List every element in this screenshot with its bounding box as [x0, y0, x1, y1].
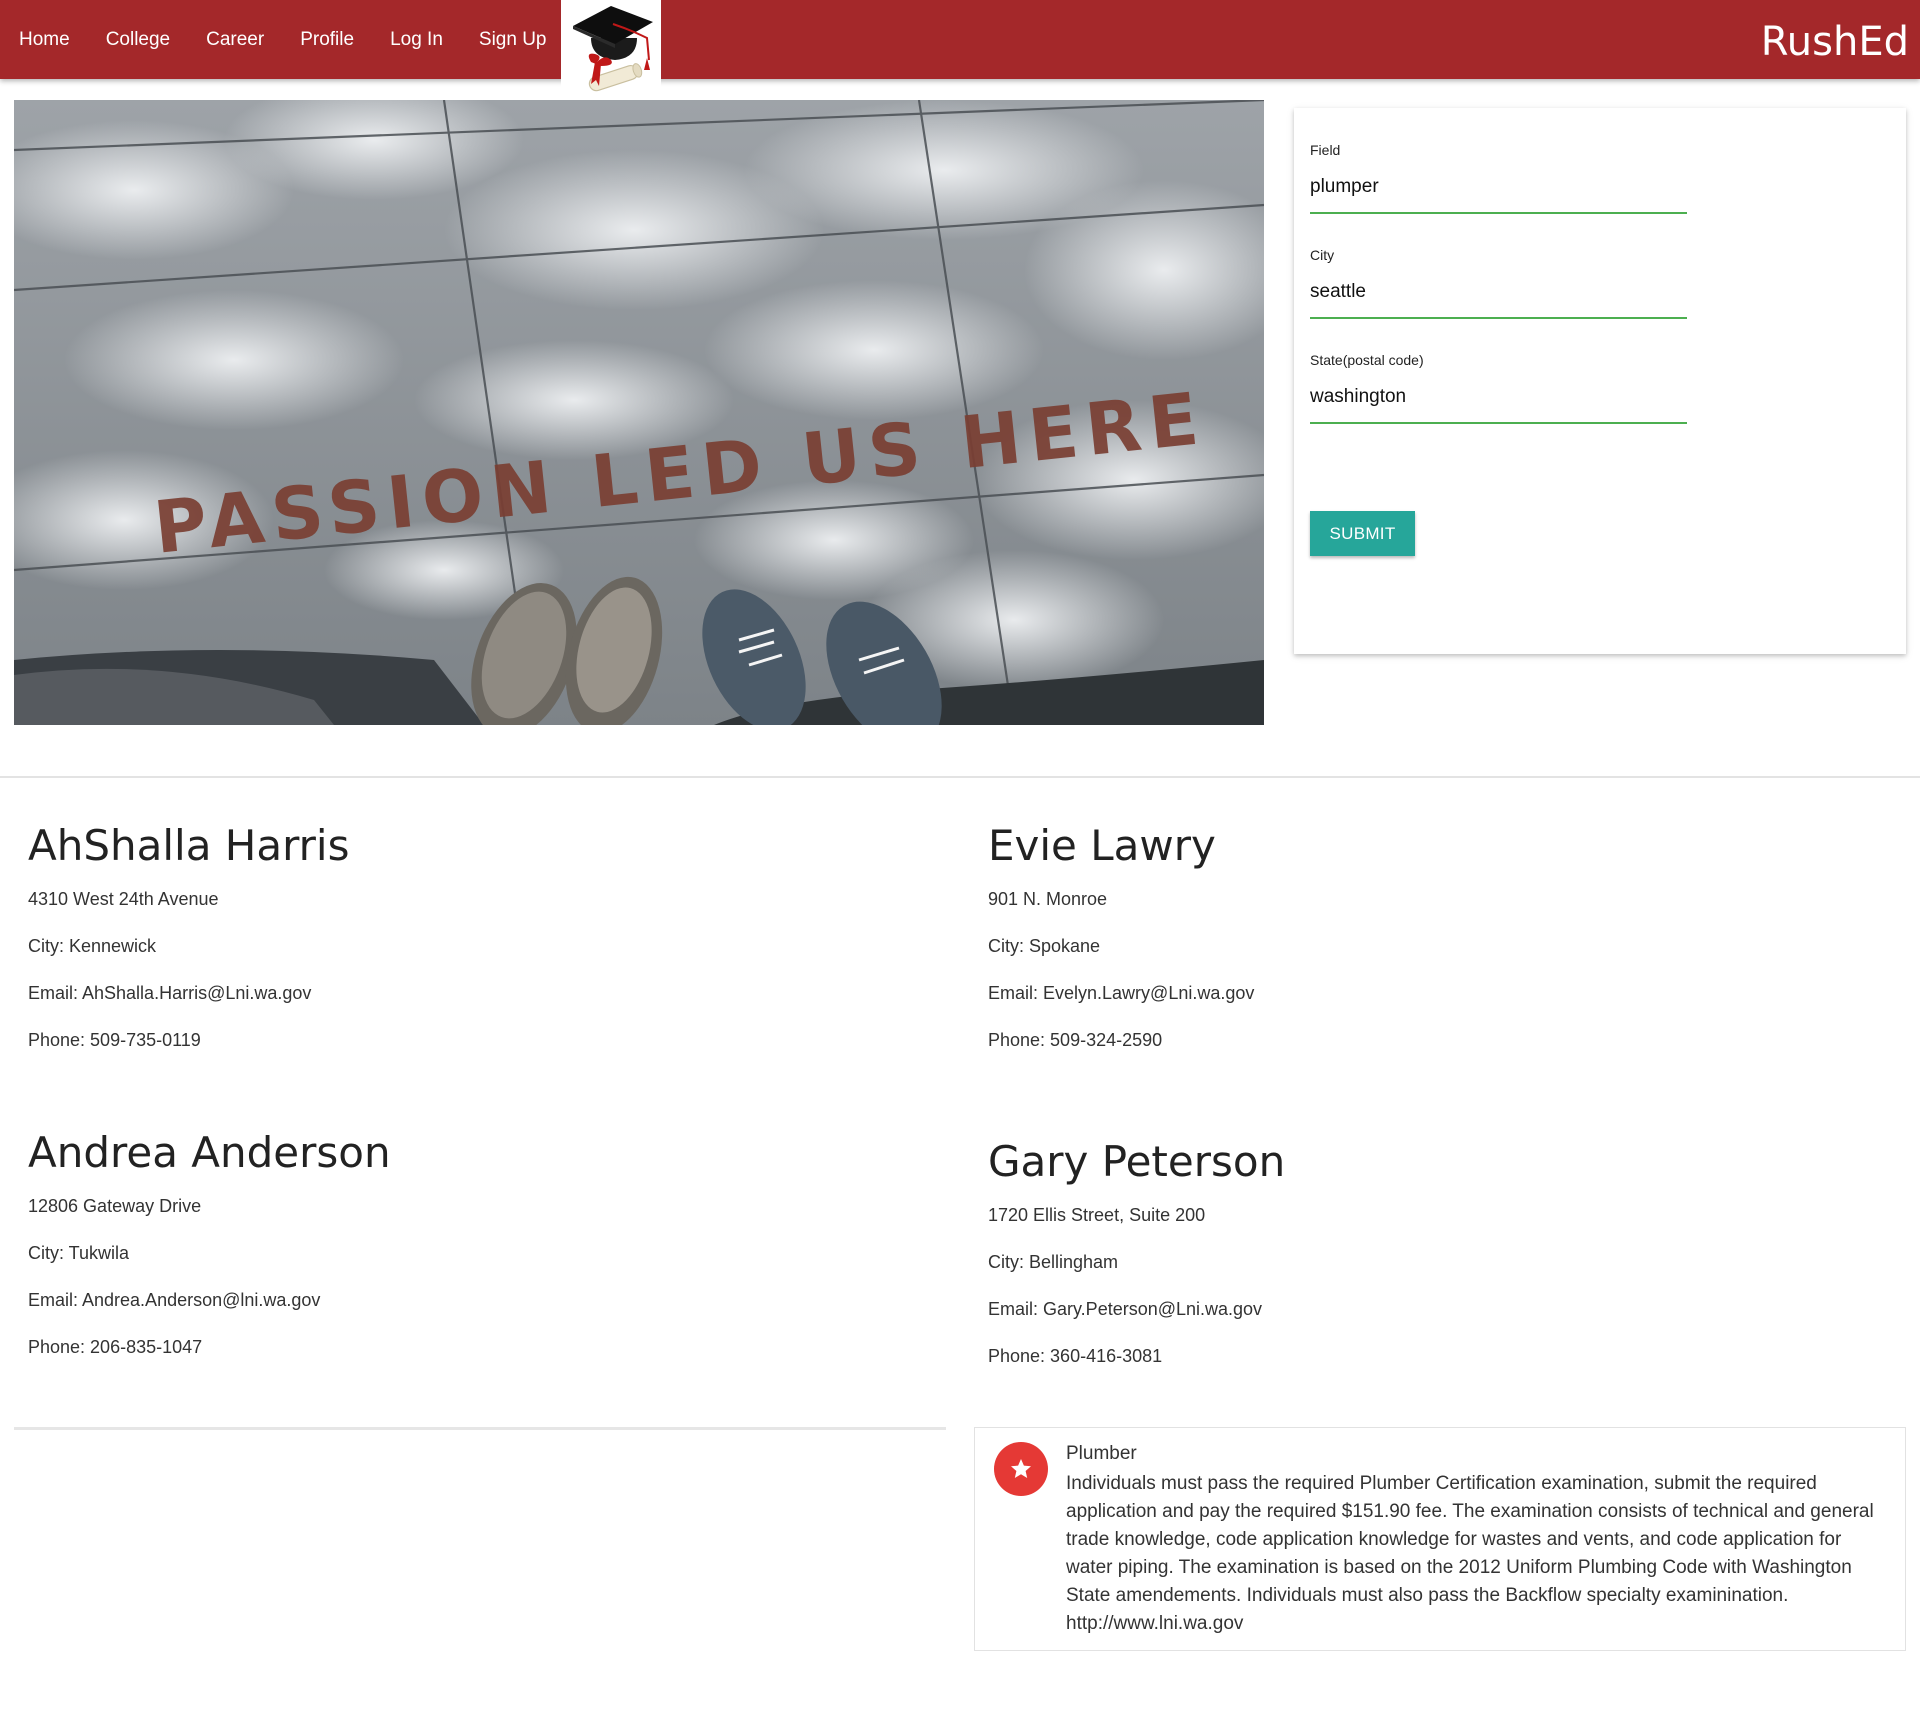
contact-address: 12806 Gateway Drive — [28, 1196, 202, 1216]
search-card: Field City State(postal code) SUBMIT — [1294, 108, 1906, 654]
nav-college-link[interactable]: College — [88, 0, 188, 79]
contact-name: Gary Peterson — [988, 1137, 1286, 1186]
contact-email: Email: Evelyn.Lawry@Lni.wa.gov — [988, 983, 1255, 1003]
contact-name: Evie Lawry — [988, 821, 1216, 870]
city-label: City — [1310, 247, 1335, 263]
state-group: State(postal code) — [1310, 352, 1687, 424]
nav-career-link[interactable]: Career — [188, 0, 282, 79]
contact-name: Andrea Anderson — [28, 1128, 391, 1177]
left-section-rule — [14, 1427, 946, 1430]
section-divider — [0, 776, 1920, 778]
state-input[interactable] — [1310, 378, 1687, 424]
city-input[interactable] — [1310, 273, 1687, 319]
contact-email: Email: Andrea.Anderson@lni.wa.gov — [28, 1290, 321, 1310]
graduation-cap-diploma-icon — [573, 6, 653, 92]
career-description: Individuals must pass the required Plumb… — [1066, 1470, 1886, 1638]
contact-phone: Phone: 360-416-3081 — [988, 1346, 1163, 1366]
star-icon — [994, 1442, 1048, 1496]
contact-card: Evie Lawry 901 N. Monroe City: Spokane E… — [988, 821, 1748, 1072]
contact-phone: Phone: 206-835-1047 — [28, 1337, 203, 1357]
hero-image: PASSION LED US HERE — [14, 100, 1264, 725]
contact-card: Gary Peterson 1720 Ellis Street, Suite 2… — [988, 1137, 1748, 1388]
career-info-card: Plumber Individuals must pass the requir… — [974, 1427, 1906, 1651]
nav-profile-link[interactable]: Profile — [282, 0, 372, 79]
submit-button[interactable]: SUBMIT — [1310, 511, 1415, 556]
contact-address: 4310 West 24th Avenue — [28, 889, 219, 909]
contact-email: Email: Gary.Peterson@Lni.wa.gov — [988, 1299, 1263, 1319]
brand-title[interactable]: RushEd — [1761, 0, 1909, 84]
nav-home-link[interactable]: Home — [0, 0, 88, 79]
contact-email: Email: AhShalla.Harris@Lni.wa.gov — [28, 983, 312, 1003]
contact-address: 1720 Ellis Street, Suite 200 — [988, 1205, 1206, 1225]
city-group: City — [1310, 247, 1687, 319]
nav-links: Home College Career Profile Log In Sign … — [0, 0, 565, 79]
top-navbar: Home College Career Profile Log In Sign … — [0, 0, 1920, 100]
state-label: State(postal code) — [1310, 352, 1424, 368]
field-group: Field — [1310, 142, 1687, 214]
logo[interactable] — [561, 0, 661, 100]
contact-phone: Phone: 509-735-0119 — [28, 1030, 201, 1050]
nav-login-link[interactable]: Log In — [372, 0, 461, 79]
contact-name: AhShalla Harris — [28, 821, 350, 870]
field-input[interactable] — [1310, 168, 1687, 214]
contact-city: City: Tukwila — [28, 1243, 130, 1263]
nav-signup-link[interactable]: Sign Up — [461, 0, 565, 79]
contact-phone: Phone: 509-324-2590 — [988, 1030, 1163, 1050]
career-requirements-text: Individuals must pass the required Plumb… — [1066, 1473, 1874, 1606]
career-info-link[interactable]: http://www.lni.wa.gov — [1066, 1613, 1243, 1634]
field-label: Field — [1310, 142, 1341, 158]
contact-card: AhShalla Harris 4310 West 24th Avenue Ci… — [28, 821, 788, 1072]
career-title: Plumber — [1066, 1443, 1137, 1464]
contact-city: City: Kennewick — [28, 936, 157, 956]
contact-card: Andrea Anderson 12806 Gateway Drive City… — [28, 1128, 788, 1379]
contact-city: City: Spokane — [988, 936, 1101, 956]
contact-address: 901 N. Monroe — [988, 889, 1108, 909]
contact-city: City: Bellingham — [988, 1252, 1119, 1272]
